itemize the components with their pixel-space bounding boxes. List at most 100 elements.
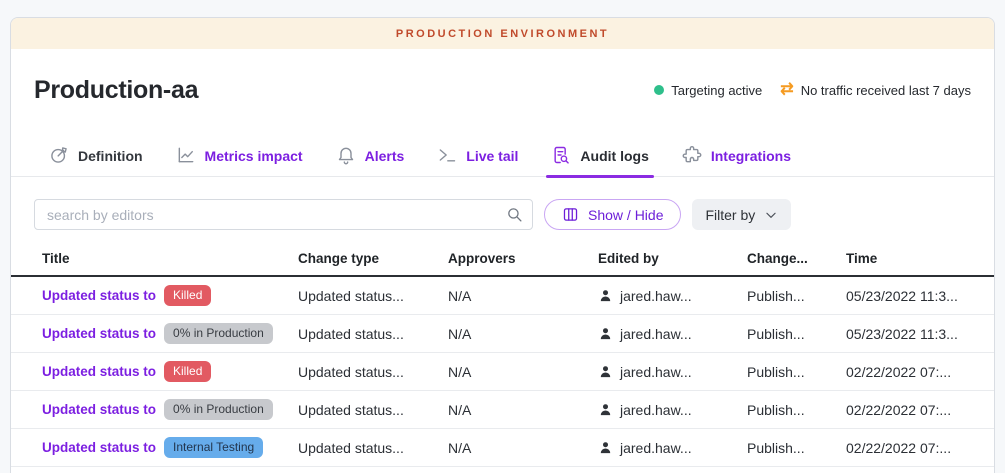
tab-metrics-impact[interactable]: Metrics impact (176, 136, 303, 177)
show-hide-label: Show / Hide (588, 207, 663, 223)
status-badge: Internal Testing (164, 437, 263, 457)
edited-by-cell: jared.haw... (598, 288, 747, 304)
edited-by-cell: jared.haw... (598, 364, 747, 380)
time-cell: 05/23/2022 11:3... (846, 326, 994, 342)
approvers-cell: N/A (448, 364, 598, 380)
tab-live-tail[interactable]: Live tail (437, 136, 518, 177)
edited-by-cell: jared.haw... (598, 440, 747, 456)
change-type-cell: Updated status... (298, 326, 448, 342)
editor-name: jared.haw... (620, 288, 692, 304)
change-cell: Publish... (747, 288, 846, 304)
change-cell: Publish... (747, 402, 846, 418)
page-title: Production-aa (34, 76, 198, 105)
status-badge: Killed (164, 361, 211, 381)
status-badge: 0% in Production (164, 323, 273, 343)
row-title-link[interactable]: Updated status to (42, 402, 156, 417)
person-icon (598, 364, 613, 379)
search-icon (506, 206, 523, 223)
change-cell: Publish... (747, 364, 846, 380)
tab-alerts[interactable]: Alerts (336, 136, 405, 177)
status-badge: Killed (164, 285, 211, 305)
tab-bar: Definition Metrics impact Alerts Live ta… (11, 136, 994, 177)
column-header-edited-by[interactable]: Edited by (598, 251, 747, 266)
table-row[interactable]: Updated status to Killed Updated status.… (11, 353, 994, 391)
terminal-icon (437, 145, 457, 168)
time-cell: 02/22/2022 07:... (846, 440, 994, 456)
editor-name: jared.haw... (620, 364, 692, 380)
table-row[interactable]: Updated status to 0% in Production Updat… (11, 315, 994, 353)
change-type-cell: Updated status... (298, 440, 448, 456)
time-cell: 05/23/2022 11:3... (846, 288, 994, 304)
column-header-change-type[interactable]: Change type (298, 251, 448, 266)
approvers-cell: N/A (448, 288, 598, 304)
status-group: Targeting active ⇄ No traffic received l… (654, 82, 971, 98)
columns-icon (562, 206, 579, 223)
toolbar: Show / Hide Filter by (11, 199, 994, 230)
document-search-icon (551, 145, 571, 168)
column-header-change[interactable]: Change... (747, 251, 846, 266)
title-cell: Updated status to Internal Testing (42, 437, 298, 457)
time-cell: 02/22/2022 07:... (846, 402, 994, 418)
line-chart-icon (176, 145, 196, 168)
time-cell: 02/22/2022 07:... (846, 364, 994, 380)
title-cell: Updated status to Killed (42, 285, 298, 305)
table-row[interactable]: Updated status to 0% in Production Updat… (11, 391, 994, 429)
filter-by-button[interactable]: Filter by (692, 199, 791, 230)
chevron-down-icon (764, 208, 778, 222)
column-header-approvers[interactable]: Approvers (448, 251, 598, 266)
row-title-link[interactable]: Updated status to (42, 326, 156, 341)
approvers-cell: N/A (448, 440, 598, 456)
show-hide-button[interactable]: Show / Hide (544, 199, 681, 230)
person-icon (598, 440, 613, 455)
search-input[interactable] (34, 199, 533, 230)
tab-integrations[interactable]: Integrations (682, 136, 791, 177)
audit-log-table: Title Change type Approvers Edited by Ch… (11, 241, 994, 467)
approvers-cell: N/A (448, 402, 598, 418)
green-dot-icon (654, 85, 664, 95)
traffic-status: ⇄ No traffic received last 7 days (780, 82, 971, 98)
page-header: Production-aa Targeting active ⇄ No traf… (11, 75, 994, 105)
table-row[interactable]: Updated status to Killed Updated status.… (11, 277, 994, 315)
swap-arrows-icon: ⇄ (780, 82, 793, 98)
gate-icon (49, 145, 69, 168)
puzzle-icon (682, 145, 702, 168)
person-icon (598, 288, 613, 303)
row-title-link[interactable]: Updated status to (42, 364, 156, 379)
change-type-cell: Updated status... (298, 364, 448, 380)
targeting-status: Targeting active (654, 83, 762, 98)
column-header-title[interactable]: Title (42, 251, 298, 266)
title-cell: Updated status to Killed (42, 361, 298, 381)
editor-name: jared.haw... (620, 326, 692, 342)
change-type-cell: Updated status... (298, 402, 448, 418)
tab-label: Alerts (365, 148, 405, 164)
tab-label: Integrations (711, 148, 791, 164)
tab-definition[interactable]: Definition (49, 136, 143, 177)
bell-icon (336, 145, 356, 168)
person-icon (598, 326, 613, 341)
environment-card: PRODUCTION ENVIRONMENT Production-aa Tar… (10, 17, 995, 473)
status-badge: 0% in Production (164, 399, 273, 419)
edited-by-cell: jared.haw... (598, 326, 747, 342)
tab-label: Live tail (466, 148, 518, 164)
approvers-cell: N/A (448, 326, 598, 342)
title-cell: Updated status to 0% in Production (42, 323, 298, 343)
tab-label: Metrics impact (205, 148, 303, 164)
table-header-row: Title Change type Approvers Edited by Ch… (11, 241, 994, 277)
environment-banner: PRODUCTION ENVIRONMENT (11, 18, 994, 49)
person-icon (598, 402, 613, 417)
table-row[interactable]: Updated status to Internal Testing Updat… (11, 429, 994, 467)
change-type-cell: Updated status... (298, 288, 448, 304)
environment-banner-label: PRODUCTION ENVIRONMENT (396, 28, 609, 40)
tab-label: Audit logs (580, 148, 648, 164)
tab-audit-logs[interactable]: Audit logs (551, 136, 648, 177)
change-cell: Publish... (747, 440, 846, 456)
column-header-time[interactable]: Time (846, 251, 994, 266)
traffic-status-label: No traffic received last 7 days (801, 83, 971, 98)
targeting-status-label: Targeting active (671, 83, 762, 98)
editor-name: jared.haw... (620, 440, 692, 456)
change-cell: Publish... (747, 326, 846, 342)
editor-name: jared.haw... (620, 402, 692, 418)
row-title-link[interactable]: Updated status to (42, 440, 156, 455)
search-wrap (34, 199, 533, 230)
row-title-link[interactable]: Updated status to (42, 288, 156, 303)
